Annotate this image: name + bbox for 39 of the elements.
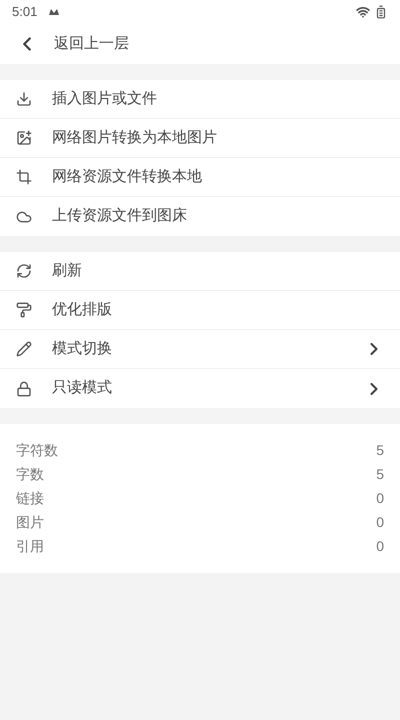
download-icon [16, 91, 32, 107]
menu-item-label: 模式切换 [52, 338, 113, 359]
lock-icon [16, 380, 32, 396]
stat-value: 0 [376, 489, 384, 508]
menu-item[interactable]: 优化排版 [0, 291, 400, 330]
menu-item[interactable]: 模式切换 [0, 330, 400, 369]
notification-icon [49, 9, 60, 15]
crop-icon [16, 169, 32, 185]
menu-item-label: 上传资源文件到图床 [52, 206, 188, 226]
stat-value: 5 [376, 465, 384, 484]
menu-item[interactable]: 网络图片转换为本地图片 [0, 119, 400, 158]
stat-label: 图片 [16, 513, 44, 532]
menu-item[interactable]: 只读模式 [0, 369, 400, 408]
menu-item-label: 网络资源文件转换本地 [52, 166, 203, 187]
refresh-icon [16, 263, 32, 279]
image-icon [16, 130, 32, 146]
menu-item[interactable]: 插入图片或文件 [0, 80, 400, 119]
paint-roller-icon [16, 302, 32, 318]
menu-item[interactable]: 刷新 [0, 252, 400, 291]
stat-label: 链接 [16, 489, 44, 508]
stat-label: 字符数 [16, 441, 58, 460]
wifi-icon [356, 5, 370, 19]
pencil-icon [16, 341, 32, 357]
battery-icon [374, 5, 388, 19]
status-time: 5:01 [12, 3, 38, 22]
stat-value: 5 [376, 441, 384, 460]
cloud-icon [16, 208, 32, 224]
stat-value: 0 [376, 537, 384, 556]
menu-item-label: 优化排版 [52, 300, 113, 320]
header-title: 返回上一层 [54, 34, 129, 54]
menu-item-label: 只读模式 [52, 378, 113, 398]
stat-label: 引用 [16, 537, 44, 556]
menu-item[interactable]: 上传资源文件到图床 [0, 197, 400, 236]
menu-item-label: 插入图片或文件 [52, 88, 158, 109]
stat-value: 0 [376, 513, 384, 532]
stat-label: 字数 [16, 465, 44, 484]
menu-item-label: 网络图片转换为本地图片 [52, 128, 218, 148]
menu-item[interactable]: 网络资源文件转换本地 [0, 158, 400, 197]
menu-item-label: 刷新 [52, 260, 83, 281]
